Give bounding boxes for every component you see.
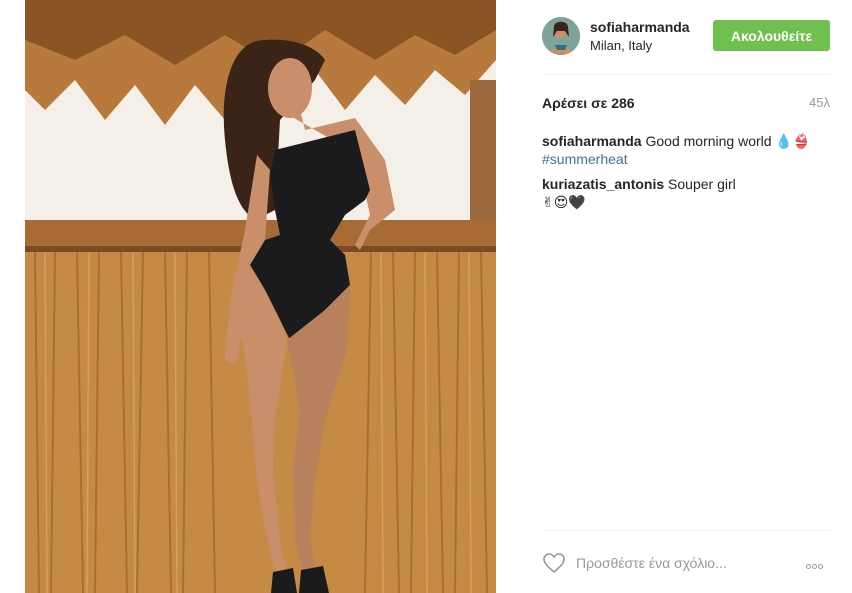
avatar-image [542,17,580,55]
likes-row: Αρέσει σε 286 45λ [542,95,830,113]
post-time[interactable]: 45λ [809,95,830,110]
username-link[interactable]: sofiaharmanda [590,19,690,35]
comments-list: sofiaharmanda Good morning world 💧👙 #sum… [542,132,830,218]
photo-illustration [25,0,496,593]
list-item: kuriazatis_antonis Souper girl ✌😍🖤 [542,175,830,211]
header-divider [542,74,830,75]
caption: sofiaharmanda Good morning world 💧👙 #sum… [542,132,830,168]
comment-username[interactable]: kuriazatis_antonis [542,176,664,192]
caption-username[interactable]: sofiaharmanda [542,133,642,149]
avatar[interactable] [542,17,580,55]
likes-count[interactable]: Αρέσει σε 286 [542,95,635,111]
hashtag-link[interactable]: #summerheat [542,151,628,167]
location-link[interactable]: Milan, Italy [590,38,652,53]
comment-bar [542,552,830,576]
following-button[interactable]: Ακολουθείτε [713,20,830,51]
heart-icon[interactable] [542,552,566,574]
comment-emoji: ✌😍🖤 [542,194,586,210]
post-photo[interactable] [25,0,496,593]
post-details-panel: sofiaharmanda Milan, Italy Ακολουθείτε Α… [496,0,852,593]
caption-text: Good morning world 💧👙 [645,133,811,149]
post-header: sofiaharmanda Milan, Italy Ακολουθείτε [542,17,830,57]
comment-input[interactable] [576,552,791,574]
more-options-icon[interactable] [806,556,830,570]
footer-divider [542,530,830,531]
comment-text: Souper girl [668,176,736,192]
